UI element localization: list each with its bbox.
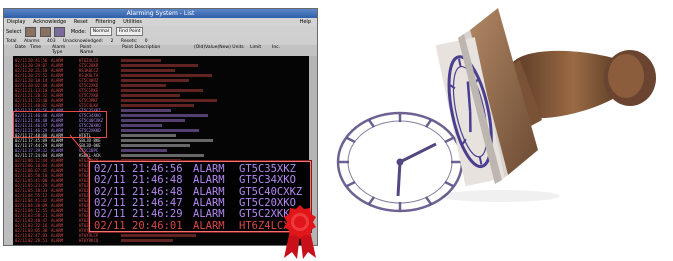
rubber-stamp-illustration [336, 8, 656, 213]
zoom-time: 21:46:48 [132, 174, 183, 187]
zoom-time: 21:46:48 [132, 185, 183, 198]
zoom-state: ALARM [193, 219, 225, 232]
zoom-state: ALARM [193, 208, 225, 221]
zoom-date: 02/11 [94, 196, 126, 209]
zoom-inset: 02/11 21:46:56 ALARM GT5C35XKZ 02/11 21:46:48… [89, 161, 311, 232]
red-seal-ribbon-icon [284, 205, 316, 259]
zoom-point: GT5C35XKZ [239, 163, 296, 175]
zoom-date: 02/11 [94, 174, 126, 187]
zoom-date: 02/11 [94, 219, 126, 232]
zoom-time: 21:46:56 [132, 163, 183, 175]
zoom-row: 02/11 20:46:01 ALARM HT6Z4LCX [90, 220, 310, 232]
zoom-date: 02/11 [94, 163, 126, 175]
zoom-row: 02/11 21:46:48 ALARM GT5C34XKO [90, 174, 310, 186]
zoom-point: GT5C34XKO [239, 174, 296, 187]
zoom-state: ALARM [193, 196, 225, 209]
zoom-state: ALARM [193, 163, 225, 175]
zoom-time: 21:46:47 [132, 196, 183, 209]
zoom-row: 02/11 21:46:47 ALARM GT5C20XKO [90, 197, 310, 209]
zoom-state: ALARM [193, 174, 225, 187]
zoom-point: GT5C40CXKZ [239, 185, 303, 198]
zoom-row: 02/11 21:46:56 ALARM GT5C35XKZ [90, 163, 310, 175]
zoom-state: ALARM [193, 185, 225, 198]
zoom-date: 02/11 [94, 185, 126, 198]
zoom-row: 02/11 21:46:48 ALARM GT5C40CXKZ [90, 186, 310, 198]
zoom-time: 21:46:29 [132, 208, 183, 221]
zoom-time: 20:46:01 [132, 219, 183, 232]
zoom-row: 02/11 21:46:29 ALARM GT5C2XKKD [90, 208, 310, 220]
zoom-date: 02/11 [94, 208, 126, 221]
